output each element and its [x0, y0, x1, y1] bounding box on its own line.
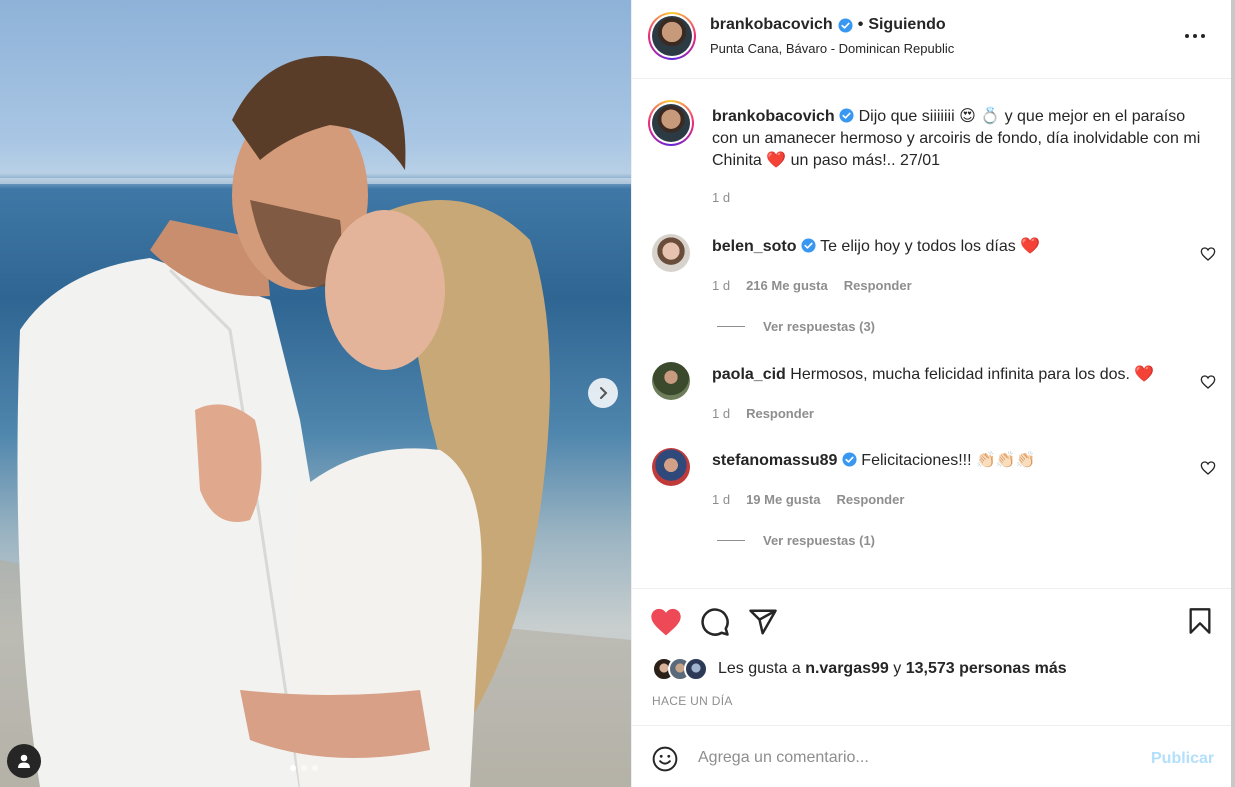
commenter-avatar[interactable] [652, 362, 690, 400]
verified-badge-icon [842, 452, 857, 467]
heart-filled-icon[interactable] [650, 607, 682, 637]
comment-age: 1 d [712, 406, 731, 421]
caption-text: brankobacovich Dijo que siiiiiii 😍 💍 y q… [712, 106, 1207, 172]
commenter-username[interactable]: belen_soto [712, 238, 796, 255]
share-icon[interactable] [748, 607, 778, 637]
first-liker[interactable]: n.vargas99 [805, 660, 889, 678]
heart-outline-icon[interactable] [1200, 374, 1216, 390]
publish-button[interactable]: Publicar [1151, 750, 1214, 768]
comment-age: 1 d [712, 492, 731, 507]
likes-summary[interactable]: Les gusta a n.vargas99 y 13,573 personas… [652, 657, 1067, 681]
likes-prefix: Les gusta a [718, 660, 801, 677]
verified-badge-icon [801, 238, 816, 253]
comment-likes[interactable]: 216 Me gusta [746, 278, 828, 293]
comment-icon[interactable] [700, 607, 730, 637]
verified-badge-icon [839, 108, 854, 123]
reply-button[interactable]: Responder [837, 492, 905, 507]
comment-input[interactable] [698, 746, 1138, 770]
heart-outline-icon[interactable] [1200, 246, 1216, 262]
post-header: brankobacovich • Siguiendo Punta Cana, B… [632, 0, 1232, 79]
author-username[interactable]: brankobacovich [710, 16, 833, 34]
user-tag-icon [18, 754, 30, 768]
comment-text: paola_cid Hermosos, mucha felicidad infi… [712, 364, 1207, 386]
carousel-dot [312, 765, 318, 771]
page-scrollbar[interactable] [1231, 0, 1235, 787]
commenter-username[interactable]: stefanomassu89 [712, 452, 837, 469]
caption-username[interactable]: brankobacovich [712, 108, 835, 125]
post-media[interactable] [0, 0, 631, 787]
commenter-avatar[interactable] [652, 448, 690, 486]
comment-body: Hermosos, mucha felicidad infinita para … [790, 366, 1155, 383]
likers-avatars [652, 657, 708, 681]
comment-text: stefanomassu89 Felicitaciones!!! 👏🏻👏🏻👏🏻 [712, 450, 1207, 472]
verified-badge-icon [838, 17, 853, 33]
view-replies-label: Ver respuestas (1) [763, 533, 876, 548]
comment-composer: Publicar [632, 725, 1232, 787]
emoji-icon[interactable] [652, 746, 678, 772]
post-actions: Les gusta a n.vargas99 y 13,573 personas… [632, 588, 1232, 725]
likes-others[interactable]: 13,573 personas más [906, 660, 1067, 678]
comment-meta: 1 d Responder [712, 406, 814, 421]
carousel-dot [301, 765, 307, 771]
post-photo [0, 56, 631, 787]
carousel-indicators [290, 765, 318, 771]
view-replies-button[interactable]: Ver respuestas (1) [717, 533, 875, 548]
comment-meta: 1 d 216 Me gusta Responder [712, 278, 912, 293]
post-location[interactable]: Punta Cana, Bávaro - Dominican Republic [710, 41, 954, 56]
carousel-dot [290, 765, 296, 771]
reply-button[interactable]: Responder [746, 406, 814, 421]
next-slide-button[interactable] [588, 378, 618, 408]
caption-age: 1 d [712, 190, 731, 205]
comment-text: belen_soto Te elijo hoy y todos los días… [712, 236, 1207, 258]
caption-meta: 1 d [712, 190, 730, 205]
chevron-right-icon [600, 387, 608, 399]
author-avatar[interactable] [648, 12, 696, 60]
comment-body: Te elijo hoy y todos los días ❤️ [820, 238, 1041, 255]
view-replies-button[interactable]: Ver respuestas (3) [717, 319, 875, 334]
bookmark-icon[interactable] [1187, 607, 1213, 635]
comment-body: Felicitaciones!!! 👏🏻👏🏻👏🏻 [861, 452, 1036, 469]
caption-avatar[interactable] [648, 100, 694, 146]
likes-connector: y [893, 660, 902, 677]
separator-bullet: • [857, 16, 864, 33]
following-button[interactable]: Siguiendo [868, 16, 945, 34]
reply-button[interactable]: Responder [844, 278, 912, 293]
heart-outline-icon[interactable] [1200, 460, 1216, 476]
user-tag-button[interactable] [7, 744, 41, 778]
commenter-username[interactable]: paola_cid [712, 366, 786, 383]
comment-meta: 1 d 19 Me gusta Responder [712, 492, 904, 507]
comment-age: 1 d [712, 278, 731, 293]
view-replies-label: Ver respuestas (3) [763, 319, 876, 334]
post-panel: brankobacovich • Siguiendo Punta Cana, B… [631, 0, 1232, 787]
post-timestamp[interactable]: HACE UN DÍA [652, 694, 733, 708]
more-icon[interactable] [1184, 26, 1206, 46]
commenter-avatar[interactable] [652, 234, 690, 272]
comments-list[interactable]: brankobacovich Dijo que siiiiiii 😍 💍 y q… [632, 80, 1232, 588]
comment-likes[interactable]: 19 Me gusta [746, 492, 820, 507]
